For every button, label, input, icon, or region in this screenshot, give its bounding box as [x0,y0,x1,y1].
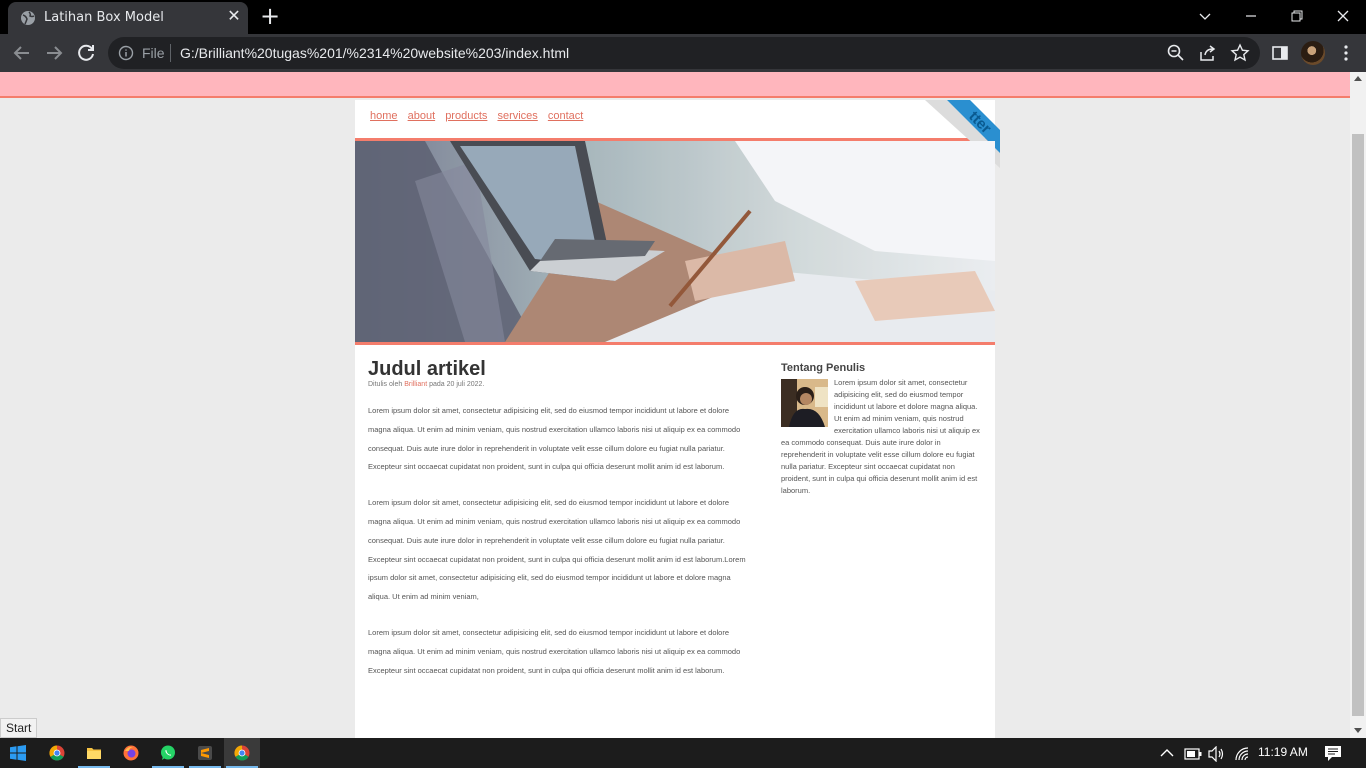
whatsapp-icon [161,745,175,760]
sublime-text-icon [198,746,212,760]
article-paragraph: Lorem ipsum dolor sit amet, consectetur … [368,498,746,602]
author-photo [781,379,828,427]
article-paragraph: Lorem ipsum dolor sit amet, consectetur … [368,627,741,675]
taskbar-sublime-text[interactable] [187,738,223,768]
byline-suffix: pada 20 juli 2022. [427,381,485,388]
battery-icon[interactable] [1184,748,1202,760]
browser-titlebar: Latihan Box Model ✕ + [0,0,1366,34]
taskbar-chrome-active[interactable] [224,738,260,768]
bookmark-star-icon[interactable] [1230,43,1250,63]
scroll-down-arrow-icon[interactable] [1354,728,1362,733]
article: Judul artikel Ditulis oleh Brilliant pad… [368,358,748,680]
hero-image [355,141,995,342]
share-icon[interactable] [1198,43,1218,63]
nav-link-contact[interactable]: contact [548,110,583,122]
browser-tab[interactable]: Latihan Box Model ✕ [8,2,248,34]
nav-link-about[interactable]: about [408,110,436,122]
taskbar-firefox[interactable] [113,738,149,768]
wifi-icon[interactable] [1234,746,1250,762]
globe-icon [21,11,35,25]
zoom-icon[interactable] [1166,43,1186,63]
profile-avatar[interactable] [1301,41,1325,65]
sidebar-title: Tentang Penulis [781,362,866,374]
browser-toolbar: File G:/Brilliant%20tugas%201/%2314%20we… [0,34,1366,72]
start-tooltip: Start [0,718,38,738]
article-paragraph: Lorem ipsum dolor sit amet, consectetur … [368,406,741,472]
side-panel-icon[interactable] [1270,43,1290,63]
taskbar-chrome[interactable] [39,738,75,768]
url-separator [170,44,171,62]
close-icon [1337,10,1349,22]
page-viewport: home about products services contact tte… [0,72,1350,738]
site-container: home about products services contact tte… [355,100,1000,738]
info-icon[interactable] [118,45,134,61]
minimize-icon [1246,15,1256,17]
byline-author-link[interactable]: Brilliant [404,381,427,388]
tab-close-button[interactable]: ✕ [226,9,242,25]
taskbar-clock[interactable]: 11:19 AM [1258,745,1308,759]
hero-divider [355,342,995,345]
show-hidden-icons-chevron-icon[interactable] [1160,748,1174,758]
windows-taskbar: 11:19 AM [0,738,1366,768]
url-text[interactable]: G:/Brilliant%20tugas%201/%2314%20website… [180,45,569,61]
article-byline: Ditulis oleh Brilliant pada 20 juli 2022… [368,381,748,388]
vertical-scrollbar[interactable] [1350,72,1366,738]
author-sidebar: Tentang Penulis Lorem ipsum dolor sit am… [781,362,981,497]
back-arrow-icon[interactable] [10,41,34,65]
start-button[interactable] [0,738,36,768]
header-band [0,72,1350,98]
close-window-button[interactable] [1320,0,1366,32]
tab-title: Latihan Box Model [44,10,164,25]
chrome-icon [49,745,65,761]
reload-icon[interactable] [74,41,98,65]
address-bar[interactable]: File G:/Brilliant%20tugas%201/%2314%20we… [108,37,1260,69]
forward-arrow-icon[interactable] [42,41,66,65]
url-scheme: File [142,45,165,61]
restore-button[interactable] [1274,0,1320,32]
scroll-up-arrow-icon[interactable] [1354,76,1362,81]
menu-kebab-icon[interactable] [1336,43,1356,63]
site-nav: home about products services contact [370,110,590,122]
taskbar-file-explorer[interactable] [76,738,112,768]
scrollbar-thumb[interactable] [1352,134,1364,716]
chevron-down-icon [1199,13,1211,20]
restore-icon [1291,10,1303,22]
nav-link-products[interactable]: products [445,110,487,122]
article-title: Judul artikel [368,358,486,380]
sidebar-body: Lorem ipsum dolor sit amet, consectetur … [781,377,981,497]
byline-prefix: Ditulis oleh [368,381,405,388]
volume-icon[interactable] [1208,746,1226,762]
minimize-button[interactable] [1228,0,1274,32]
chrome-icon [234,745,250,761]
folder-icon [87,748,101,759]
taskbar-whatsapp[interactable] [150,738,186,768]
nav-link-services[interactable]: services [497,110,537,122]
windows-logo-icon [10,745,26,761]
new-tab-button[interactable]: + [258,4,282,28]
tab-search-button[interactable] [1182,0,1228,32]
notifications-icon[interactable] [1324,745,1342,762]
firefox-icon [123,745,139,761]
nav-link-home[interactable]: home [370,110,398,122]
